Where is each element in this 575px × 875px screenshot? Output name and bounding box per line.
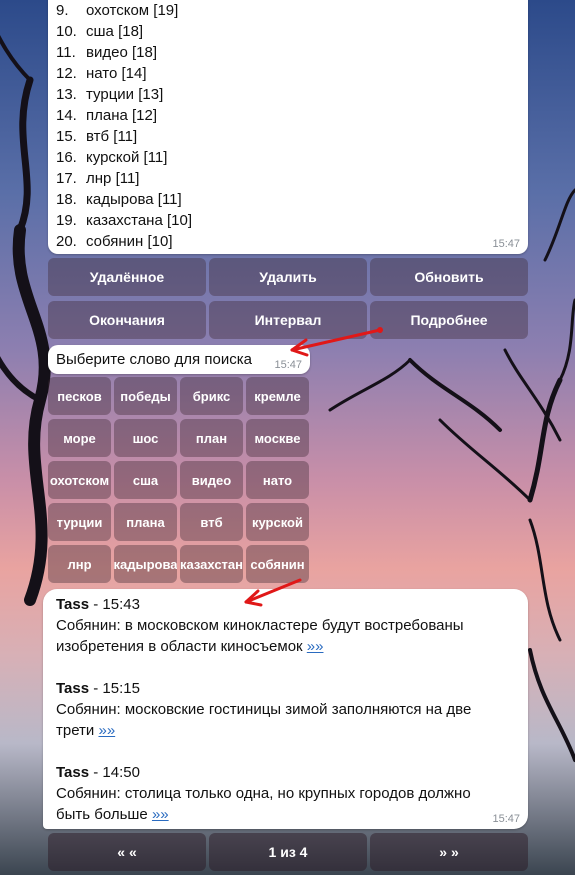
list-item: 9. охотском [19] <box>56 2 179 19</box>
word-button[interactable]: море <box>48 419 111 457</box>
word-button[interactable]: охотском <box>48 461 111 499</box>
word-button[interactable]: видео <box>180 461 243 499</box>
message-time: 15:47 <box>274 359 302 371</box>
message-time: 15:47 <box>492 238 520 250</box>
remote-button[interactable]: Удалённое <box>48 258 206 296</box>
message-time: 15:47 <box>492 813 520 825</box>
news-item: Tass - 14:50 Собянин: столица только одн… <box>56 762 516 825</box>
word-button[interactable]: нато <box>246 461 309 499</box>
news-text: быть больше <box>56 806 148 823</box>
word-button[interactable]: плана <box>114 503 177 541</box>
list-item: 11. видео [18] <box>56 44 157 61</box>
news-source: Tass <box>56 764 90 781</box>
interval-button[interactable]: Интервал <box>209 301 367 339</box>
list-item: 14. плана [12] <box>56 107 158 124</box>
list-item: 19. казахстана [10] <box>56 212 192 229</box>
word-button[interactable]: кремле <box>246 377 309 415</box>
list-item: 20. собянин [10] <box>56 233 173 250</box>
delete-button[interactable]: Удалить <box>209 258 367 296</box>
list-item: 12. нато [14] <box>56 65 147 82</box>
list-item: 15. втб [11] <box>56 128 138 145</box>
word-list: 9. охотском [19] 10. сша [18] 11. видео [18… <box>56 0 192 252</box>
prev-page-button[interactable]: « « <box>48 833 206 871</box>
news-source: Tass <box>56 680 90 697</box>
list-item: 17. лнр [11] <box>56 170 140 187</box>
word-button[interactable]: победы <box>114 377 177 415</box>
word-button[interactable]: песков <box>48 377 111 415</box>
news-text: изобретения в области киносъемок <box>56 638 303 655</box>
news-time: 15:43 <box>102 596 140 613</box>
news-time: 15:15 <box>102 680 140 697</box>
word-list-message: 9. охотском [19] 10. сша [18] 11. видео [18… <box>48 0 528 254</box>
news-source: Tass <box>56 596 90 613</box>
news-item: Tass - 15:43 Собянин: в московском кинок… <box>56 594 516 657</box>
details-button[interactable]: Подробнее <box>370 301 528 339</box>
read-more-link[interactable]: »» <box>152 806 169 823</box>
word-button[interactable]: казахстан <box>180 545 243 583</box>
word-button[interactable]: собянин <box>246 545 309 583</box>
news-item: Tass - 15:15 Собянин: московские гостини… <box>56 678 516 741</box>
read-more-link[interactable]: »» <box>98 722 115 739</box>
list-item: 13. турции [13] <box>56 86 164 103</box>
list-item: 16. курской [11] <box>56 149 168 166</box>
prompt-message: Выберите слово для поиска 15:47 <box>48 345 310 374</box>
news-text: Собянин: столица только одна, но крупных… <box>56 785 471 802</box>
page-indicator-button[interactable]: 1 из 4 <box>209 833 367 871</box>
news-message: Tass - 15:43 Собянин: в московском кинок… <box>43 589 528 829</box>
read-more-link[interactable]: »» <box>307 638 324 655</box>
news-text: трети <box>56 722 95 739</box>
word-button[interactable]: курской <box>246 503 309 541</box>
list-item: 18. кадырова [11] <box>56 191 182 208</box>
word-button[interactable]: втб <box>180 503 243 541</box>
word-button[interactable]: сша <box>114 461 177 499</box>
news-time: 14:50 <box>102 764 140 781</box>
word-button[interactable]: москве <box>246 419 309 457</box>
word-button[interactable]: кадырова <box>114 545 177 583</box>
word-button[interactable]: турции <box>48 503 111 541</box>
word-button[interactable]: лнр <box>48 545 111 583</box>
endings-button[interactable]: Окончания <box>48 301 206 339</box>
next-page-button[interactable]: » » <box>370 833 528 871</box>
refresh-button[interactable]: Обновить <box>370 258 528 296</box>
list-item: 10. сша [18] <box>56 23 144 40</box>
news-text: Собянин: московские гостиницы зимой запо… <box>56 701 472 718</box>
news-text: Собянин: в московском кинокластере будут… <box>56 617 464 634</box>
word-button[interactable]: шос <box>114 419 177 457</box>
word-button[interactable]: план <box>180 419 243 457</box>
word-button[interactable]: брикс <box>180 377 243 415</box>
prompt-text: Выберите слово для поиска <box>56 351 252 368</box>
